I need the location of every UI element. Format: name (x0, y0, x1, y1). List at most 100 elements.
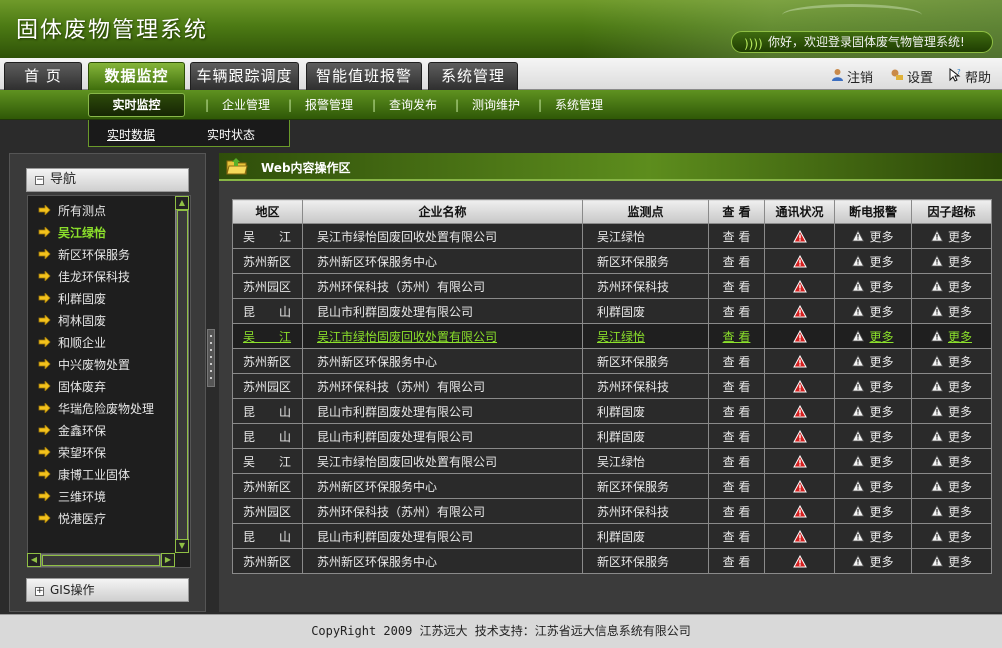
subnav-alarm-management[interactable]: 报警管理 (305, 97, 353, 114)
subnav-system-management[interactable]: 系统管理 (555, 97, 603, 114)
sidebar-item[interactable]: 荣望环保 (38, 444, 106, 462)
horizontal-scrollbar[interactable] (27, 553, 175, 568)
table-row[interactable]: 昆 山 昆山市利群固废处理有限公司 利群固废 查 看 更多 更多 (232, 398, 992, 424)
cell-view: 查 看 (708, 548, 765, 574)
power-alarm-more-link[interactable]: 更多 (852, 454, 894, 469)
power-alarm-more-link[interactable]: 更多 (852, 504, 894, 519)
vertical-scroll-thumb[interactable] (177, 210, 188, 540)
view-link[interactable]: 查 看 (723, 280, 751, 294)
help-button[interactable]: ? 帮助 (948, 67, 991, 86)
panel-splitter[interactable] (207, 329, 215, 387)
nav-header[interactable]: − 导航 (26, 168, 189, 192)
table-row[interactable]: 昆 山 昆山市利群固废处理有限公司 利群固废 查 看 更多 更多 (232, 523, 992, 549)
sidebar-item[interactable]: 三维环境 (38, 488, 106, 506)
sidebar-item[interactable]: 华瑞危险废物处理 (38, 400, 154, 418)
view-link[interactable]: 查 看 (723, 555, 751, 569)
factor-exceed-more-link[interactable]: 更多 (930, 554, 972, 569)
view-link[interactable]: 查 看 (723, 480, 751, 494)
tab-system-management[interactable]: 系统管理 (428, 62, 518, 90)
view-link[interactable]: 查 看 (723, 455, 751, 469)
power-alarm-more-link[interactable]: 更多 (852, 354, 894, 369)
sidebar-item[interactable]: 新区环保服务 (38, 246, 130, 264)
view-link[interactable]: 查 看 (723, 380, 751, 394)
factor-exceed-more-link[interactable]: 更多 (930, 404, 972, 419)
sidebar-item[interactable]: 固体废弃 (38, 378, 106, 396)
view-link[interactable]: 查 看 (723, 530, 751, 544)
power-alarm-more-link[interactable]: 更多 (852, 254, 894, 269)
power-alarm-more-link[interactable]: 更多 (852, 229, 894, 244)
power-alarm-more-link[interactable]: 更多 (852, 304, 894, 319)
factor-exceed-more-link[interactable]: 更多 (930, 479, 972, 494)
subnav-enterprise-management[interactable]: 企业管理 (222, 97, 270, 114)
factor-exceed-more-link[interactable]: 更多 (930, 304, 972, 319)
sidebar-item[interactable]: 所有测点 (38, 202, 106, 220)
subnav-realtime-monitoring[interactable]: 实时监控 (88, 93, 185, 117)
power-alarm-more-link[interactable]: 更多 (852, 279, 894, 294)
sidebar-item[interactable]: 金鑫环保 (38, 422, 106, 440)
power-alarm-more-link[interactable]: 更多 (852, 529, 894, 544)
table-row[interactable]: 苏州园区 苏州环保科技（苏州）有限公司 苏州环保科技 查 看 更多 更多 (232, 498, 992, 524)
view-link[interactable]: 查 看 (723, 255, 751, 269)
submenu-realtime-status[interactable]: 实时状态 (207, 126, 255, 143)
scroll-down-button[interactable]: ▼ (175, 539, 189, 553)
sidebar-item[interactable]: 佳龙环保科技 (38, 268, 130, 286)
logout-button[interactable]: 注销 (830, 68, 873, 86)
table-row[interactable]: 苏州园区 苏州环保科技（苏州）有限公司 苏州环保科技 查 看 更多 更多 (232, 273, 992, 299)
subnav-query-publish[interactable]: 查询发布 (389, 97, 437, 114)
gis-header[interactable]: + GIS操作 (26, 578, 189, 602)
table-row[interactable]: 吴 江 吴江市绿怡固废回收处置有限公司 吴江绿怡 查 看 更多 更多 (232, 323, 992, 349)
tab-vehicle-tracking[interactable]: 车辆跟踪调度 (190, 62, 299, 90)
factor-exceed-more-link[interactable]: 更多 (930, 354, 972, 369)
view-link[interactable]: 查 看 (723, 355, 751, 369)
factor-exceed-more-link[interactable]: 更多 (930, 529, 972, 544)
factor-exceed-more-link[interactable]: 更多 (930, 454, 972, 469)
tab-smart-duty-alarm[interactable]: 智能值班报警 (306, 62, 422, 90)
view-link[interactable]: 查 看 (723, 405, 751, 419)
factor-exceed-more-link[interactable]: 更多 (930, 504, 972, 519)
factor-exceed-more-link[interactable]: 更多 (930, 229, 972, 244)
vertical-scrollbar[interactable] (175, 196, 189, 553)
scroll-up-button[interactable]: ▲ (175, 196, 189, 210)
power-alarm-more-link[interactable]: 更多 (852, 479, 894, 494)
view-link[interactable]: 查 看 (723, 230, 751, 244)
table-row[interactable]: 苏州新区 苏州新区环保服务中心 新区环保服务 查 看 更多 更多 (232, 548, 992, 574)
table-row[interactable]: 苏州新区 苏州新区环保服务中心 新区环保服务 查 看 更多 更多 (232, 348, 992, 374)
table-row[interactable]: 吴 江 吴江市绿怡固废回收处置有限公司 吴江绿怡 查 看 更多 更多 (232, 448, 992, 474)
sidebar-item[interactable]: 中兴废物处置 (38, 356, 130, 374)
table-row[interactable]: 苏州新区 苏州新区环保服务中心 新区环保服务 查 看 更多 更多 (232, 473, 992, 499)
scroll-right-button[interactable]: ▶ (161, 553, 175, 567)
factor-exceed-more-link[interactable]: 更多 (930, 429, 972, 444)
tab-home[interactable]: 首 页 (4, 62, 82, 90)
factor-exceed-more-link[interactable]: 更多 (930, 254, 972, 269)
white-warning-icon (852, 254, 869, 269)
factor-exceed-more-link[interactable]: 更多 (930, 379, 972, 394)
power-alarm-more-link[interactable]: 更多 (852, 554, 894, 569)
table-row[interactable]: 苏州新区 苏州新区环保服务中心 新区环保服务 查 看 更多 更多 (232, 248, 992, 274)
table-row[interactable]: 昆 山 昆山市利群固废处理有限公司 利群固废 查 看 更多 更多 (232, 298, 992, 324)
table-row[interactable]: 昆 山 昆山市利群固废处理有限公司 利群固废 查 看 更多 更多 (232, 423, 992, 449)
tab-data-monitoring[interactable]: 数据监控 (88, 62, 185, 90)
sidebar-item[interactable]: 康博工业固体 (38, 466, 130, 484)
factor-exceed-more-link[interactable]: 更多 (930, 329, 972, 344)
power-alarm-more-link[interactable]: 更多 (852, 404, 894, 419)
power-alarm-more-link[interactable]: 更多 (852, 329, 894, 344)
sidebar-item[interactable]: 利群固废 (38, 290, 106, 308)
sidebar-item[interactable]: 吴江绿怡 (38, 224, 106, 242)
scroll-left-button[interactable]: ◀ (27, 553, 41, 567)
sidebar-item[interactable]: 柯林固废 (38, 312, 106, 330)
view-link[interactable]: 查 看 (723, 305, 751, 319)
subnav-maintenance[interactable]: 测询维护 (472, 97, 520, 114)
view-link[interactable]: 查 看 (723, 505, 751, 519)
power-alarm-more-link[interactable]: 更多 (852, 429, 894, 444)
factor-exceed-more-link[interactable]: 更多 (930, 279, 972, 294)
view-link[interactable]: 查 看 (723, 330, 751, 344)
table-row[interactable]: 苏州园区 苏州环保科技（苏州）有限公司 苏州环保科技 查 看 更多 更多 (232, 373, 992, 399)
settings-button[interactable]: 设置 (890, 68, 933, 86)
submenu-realtime-data[interactable]: 实时数据 (107, 126, 155, 143)
view-link[interactable]: 查 看 (723, 430, 751, 444)
horizontal-scroll-thumb[interactable] (42, 555, 160, 566)
sidebar-item[interactable]: 悦港医疗 (38, 510, 106, 528)
sidebar-item[interactable]: 和顺企业 (38, 334, 106, 352)
table-row[interactable]: 吴 江 吴江市绿怡固废回收处置有限公司 吴江绿怡 查 看 更多 更多 (232, 223, 992, 249)
power-alarm-more-link[interactable]: 更多 (852, 379, 894, 394)
